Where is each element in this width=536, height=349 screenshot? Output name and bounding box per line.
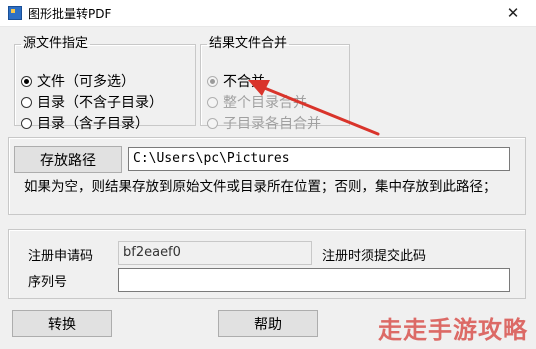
- output-path-field[interactable]: C:\Users\pc\Pictures: [128, 147, 510, 171]
- source-option-label: 目录（含子目录）: [37, 116, 149, 132]
- window-title: 图形批量转PDF: [28, 7, 112, 21]
- source-option-label: 目录（不含子目录）: [37, 95, 163, 111]
- help-button[interactable]: 帮助: [218, 310, 318, 337]
- merge-option-whole-dir[interactable]: 整个目录合并: [207, 93, 307, 113]
- registration-code-note: 注册时须提交此码: [322, 249, 427, 264]
- merge-option-label: 整个目录合并: [223, 95, 307, 111]
- radio-icon[interactable]: [21, 96, 32, 108]
- app-icon: [8, 6, 22, 20]
- merge-option-label: 子目录各自合并: [223, 116, 321, 132]
- source-option-dir-with-sub[interactable]: 目录（含子目录）: [21, 114, 149, 134]
- source-group: 源文件指定 文件（可多选） 目录（不含子目录） 目录（含子目录）: [14, 36, 196, 132]
- radio-icon[interactable]: [207, 117, 218, 129]
- radio-icon[interactable]: [21, 117, 32, 129]
- source-option-label: 文件（可多选）: [37, 74, 135, 90]
- convert-button[interactable]: 转换: [12, 310, 112, 337]
- serial-number-field[interactable]: [118, 268, 510, 292]
- radio-icon[interactable]: [207, 75, 218, 87]
- source-group-legend: 源文件指定: [23, 36, 89, 51]
- merge-option-label: 不合并: [223, 74, 265, 90]
- serial-number-label: 序列号: [28, 275, 68, 290]
- merge-group-legend: 结果文件合并: [209, 36, 288, 51]
- watermark-text: 走走手游攻略: [378, 316, 528, 344]
- close-button[interactable]: ✕: [490, 0, 536, 26]
- radio-icon[interactable]: [207, 96, 218, 108]
- merge-option-none[interactable]: 不合并: [207, 72, 265, 92]
- registration-code-label: 注册申请码: [28, 249, 94, 264]
- title-bar: 图形批量转PDF ✕: [0, 0, 536, 27]
- output-path-hint: 如果为空，则结果存放到原始文件或目录所在位置；否则，集中存放到此路径；: [24, 179, 497, 195]
- radio-icon[interactable]: [21, 75, 32, 87]
- output-path-button[interactable]: 存放路径: [14, 146, 122, 173]
- registration-code-field: bf2eaef0: [118, 241, 312, 265]
- source-option-dir-no-sub[interactable]: 目录（不含子目录）: [21, 93, 163, 113]
- source-option-files[interactable]: 文件（可多选）: [21, 72, 135, 92]
- merge-option-each-subdir[interactable]: 子目录各自合并: [207, 114, 321, 134]
- merge-group: 结果文件合并 不合并 整个目录合并 子目录各自合并: [200, 36, 350, 132]
